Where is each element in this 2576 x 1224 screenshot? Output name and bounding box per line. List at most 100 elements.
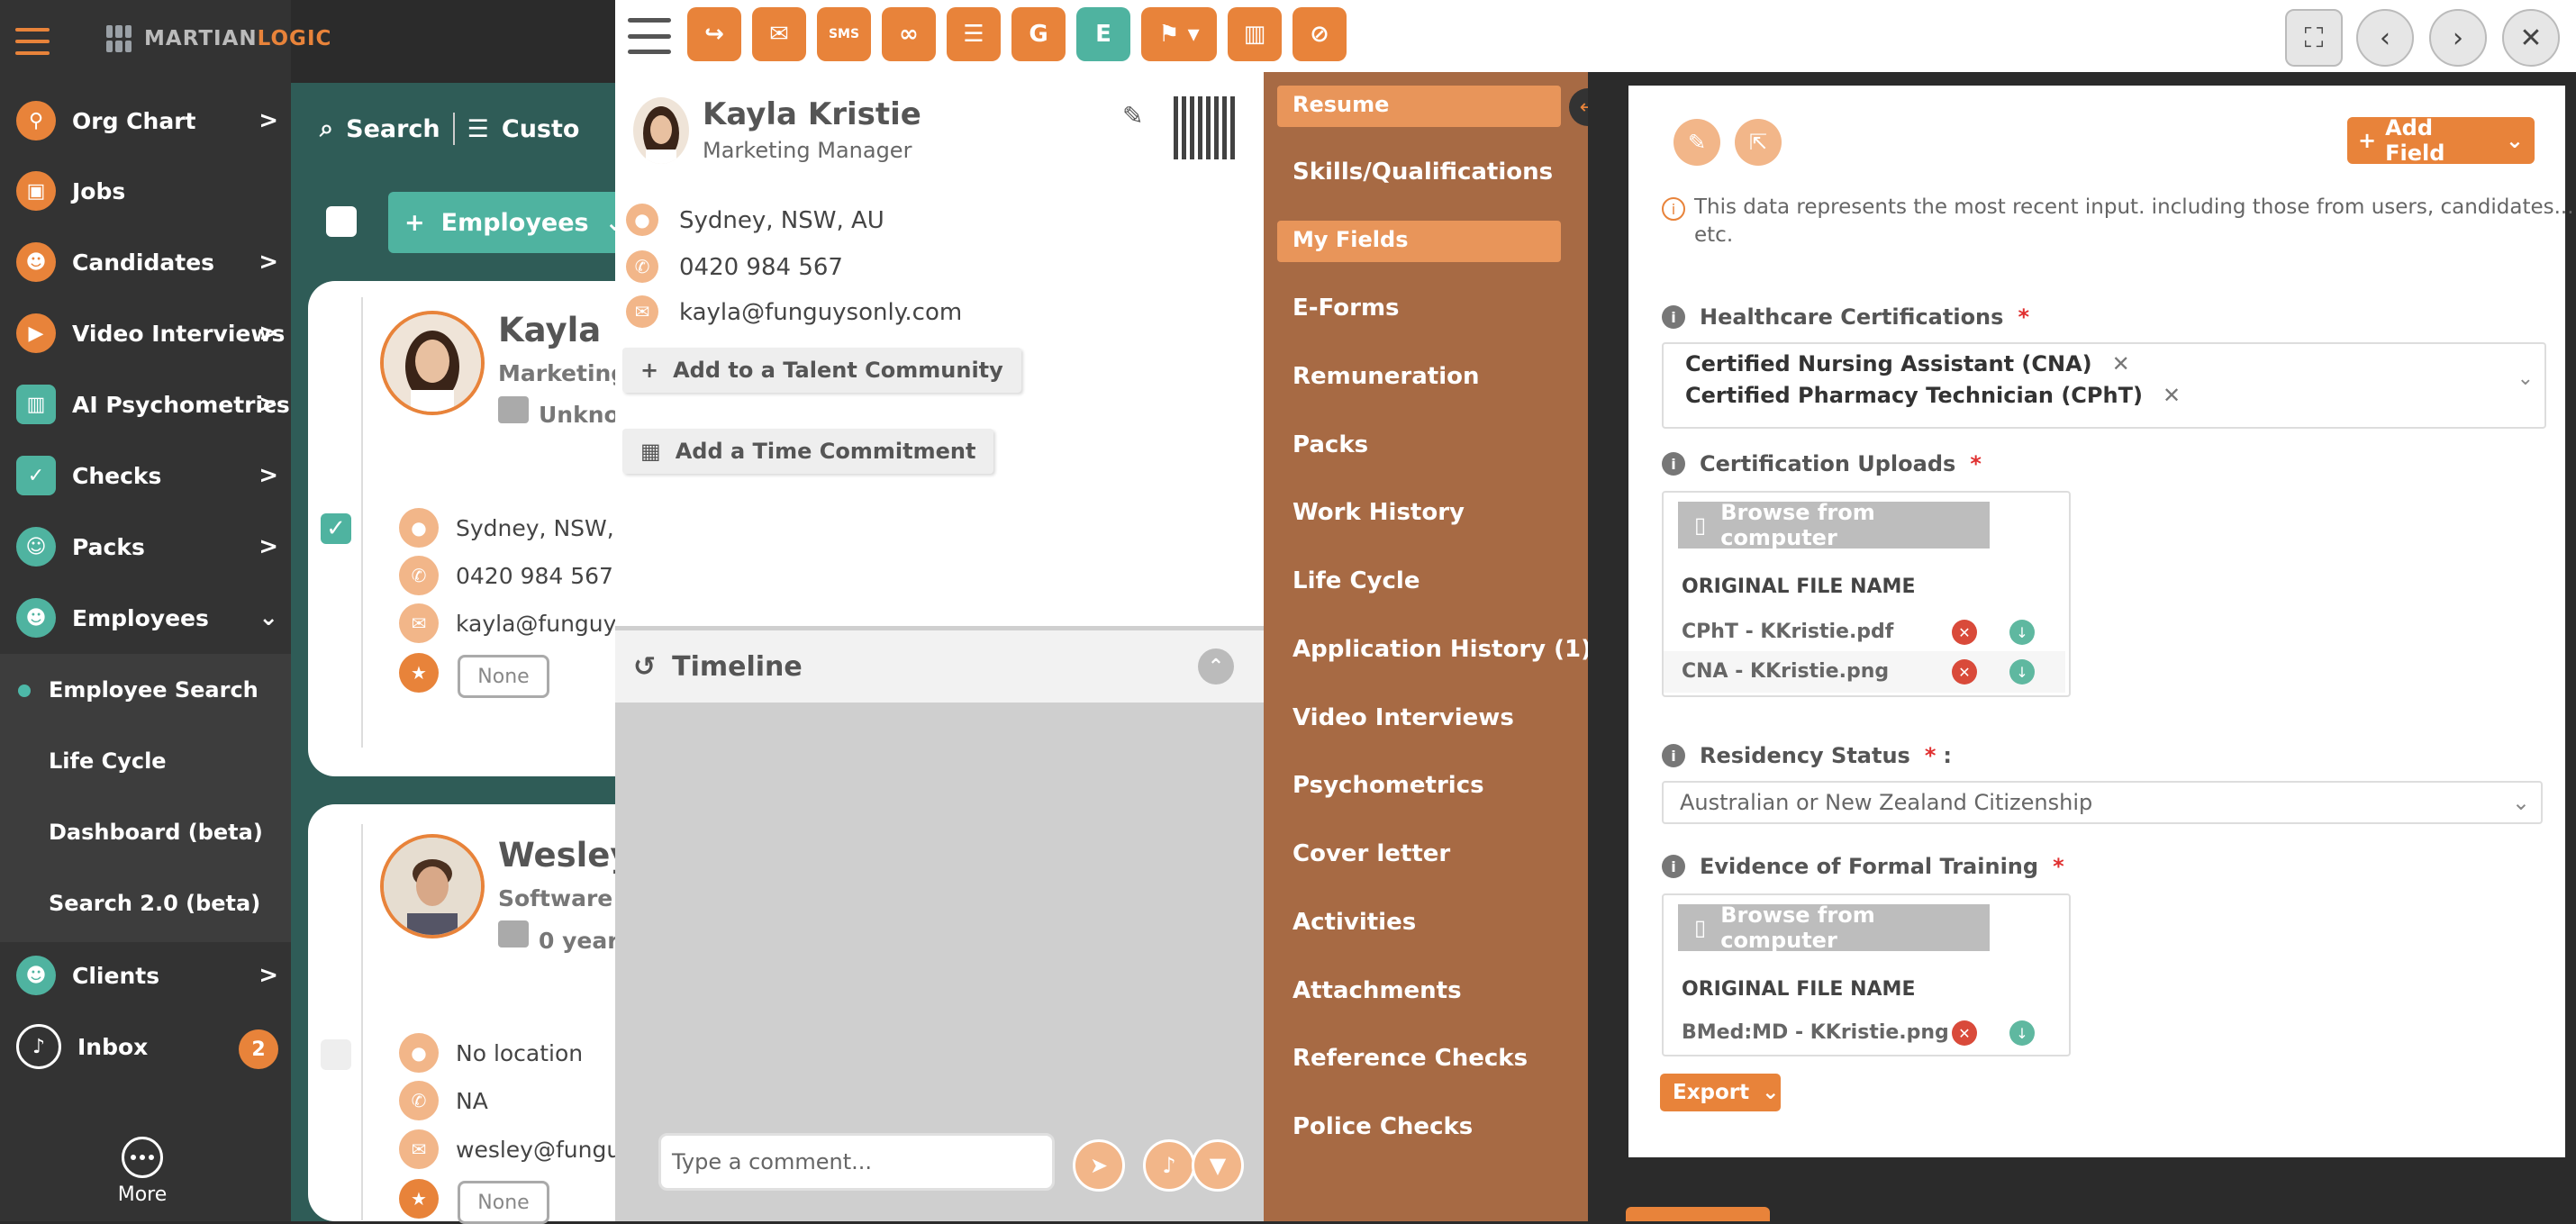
avatar[interactable]	[380, 311, 485, 415]
edit-icon[interactable]: ✎	[1673, 119, 1720, 166]
card-name[interactable]: Wesley	[498, 836, 632, 875]
add-time-commitment-button[interactable]: ▦ Add a Time Commitment	[622, 429, 994, 474]
card-checkbox-checked[interactable]: ✓	[321, 513, 351, 544]
section-work-history[interactable]: Work History	[1293, 499, 1465, 526]
healthcare-multiselect[interactable]: Certified Nursing Assistant (CNA) ✕ Certi…	[1662, 342, 2546, 429]
section-resume[interactable]: Resume	[1293, 92, 1389, 117]
send-icon[interactable]: ➤	[1073, 1139, 1125, 1192]
nav-checks[interactable]: ✓ Checks >	[0, 440, 291, 511]
file-name[interactable]: CNA - KKristie.png	[1682, 660, 1889, 683]
nav-packs[interactable]: ☺ Packs >	[0, 512, 291, 582]
tag-remove-icon[interactable]: ✕	[2163, 383, 2181, 408]
block-icon[interactable]: ⊘	[1293, 7, 1347, 61]
flag-dropdown-icon[interactable]: ⚑ ▾	[1141, 7, 1217, 61]
mail-icon[interactable]: ✉	[752, 7, 806, 61]
nav-employees[interactable]: ☻ Employees ⌄	[0, 583, 291, 653]
delete-icon[interactable]: ✕	[1952, 659, 1977, 685]
group-icon: ☻	[16, 956, 56, 995]
section-cover-letter[interactable]: Cover letter	[1293, 840, 1450, 867]
browse-button[interactable]: ▯ Browse from computer	[1678, 902, 1990, 953]
section-my-fields[interactable]: My Fields	[1293, 227, 1408, 252]
section-e-forms[interactable]: E-Forms	[1293, 295, 1400, 322]
section-police-checks[interactable]: Police Checks	[1293, 1113, 1473, 1140]
select-all-checkbox[interactable]	[326, 206, 357, 237]
person-icon: ☻	[16, 598, 56, 638]
fullscreen-icon[interactable]: ⛶	[2285, 9, 2343, 67]
section-attachments[interactable]: Attachments	[1293, 977, 1462, 1004]
delete-icon[interactable]: ✕	[1952, 1020, 1977, 1046]
search-icon[interactable]: ⌕	[320, 114, 333, 143]
filter-icon[interactable]: ▼	[1192, 1139, 1244, 1192]
edit-icon[interactable]: ✎	[1122, 101, 1143, 131]
section-application-history[interactable]: Application History (1)	[1293, 636, 1592, 663]
rating-pill[interactable]: None	[458, 1181, 549, 1224]
download-icon[interactable]: ↓	[2009, 620, 2035, 645]
employees-dropdown[interactable]: +Employees⌄	[388, 192, 631, 253]
tag-remove-icon[interactable]: ✕	[2112, 351, 2130, 376]
file-name[interactable]: CPhT - KKristie.pdf	[1682, 621, 1893, 643]
more-icon	[122, 1137, 163, 1178]
close-icon[interactable]: ✕	[2502, 9, 2560, 67]
profile-email[interactable]: kayla@funguysonly.com	[679, 299, 962, 326]
list-icon[interactable]: ☰	[947, 7, 1001, 61]
trash-icon[interactable]: ▥	[1228, 7, 1282, 61]
card-divider	[361, 297, 363, 748]
section-activities[interactable]: Activities	[1293, 909, 1416, 936]
section-skills[interactable]: Skills/Qualifications	[1293, 159, 1553, 186]
external-link-icon[interactable]: ⇱	[1735, 119, 1782, 166]
profile-panel: Kayla Kristie Marketing Manager ✎ ● Sydn…	[615, 72, 1264, 1221]
eform-icon[interactable]: E	[1076, 7, 1130, 61]
download-icon[interactable]: ↓	[2009, 1020, 2035, 1046]
nav-jobs[interactable]: ▣ Jobs	[0, 156, 291, 226]
residency-select[interactable]: Australian or New Zealand Citizenship ⌄	[1662, 781, 2543, 824]
chevron-down-icon[interactable]: ⌄	[2517, 367, 2534, 390]
rating-pill[interactable]: None	[458, 655, 549, 698]
card-email[interactable]: wesley@fungu	[456, 1137, 621, 1163]
link-icon[interactable]: ∞	[882, 7, 936, 61]
export-button[interactable]: Export ⌄	[1660, 1074, 1781, 1111]
add-field-button[interactable]: + Add Field ⌄	[2347, 115, 2535, 166]
more-button[interactable]: More	[106, 1137, 178, 1206]
card-email[interactable]: kayla@funguy	[456, 611, 616, 637]
section-life-cycle[interactable]: Life Cycle	[1293, 567, 1420, 594]
nav-org-chart[interactable]: ⚲ Org Chart >	[0, 86, 291, 156]
bottom-action-button[interactable]	[1626, 1207, 1770, 1221]
menu-icon[interactable]	[628, 18, 671, 54]
section-packs[interactable]: Packs	[1293, 431, 1368, 458]
qr-code-icon[interactable]	[1174, 96, 1237, 159]
timeline-header[interactable]: ↺ Timeline ⌃	[615, 630, 1264, 703]
nav-ai-psychometrics[interactable]: ▥ AI Psychometrics >	[0, 369, 291, 440]
google-icon[interactable]: G	[1011, 7, 1066, 61]
prev-icon[interactable]: ‹	[2356, 9, 2414, 67]
download-icon[interactable]: ↓	[2009, 659, 2035, 685]
sub-search-2[interactable]: Search 2.0 (beta)	[49, 891, 260, 916]
customize-icon[interactable]: ☰	[467, 115, 489, 143]
customize-label[interactable]: Custo	[502, 115, 580, 143]
microphone-icon[interactable]: ♪	[1143, 1139, 1195, 1192]
file-name[interactable]: BMed:MD - KKristie.png	[1682, 1021, 1949, 1044]
sms-icon[interactable]: SMS	[817, 7, 871, 61]
section-reference-checks[interactable]: Reference Checks	[1293, 1045, 1528, 1072]
certification-upload-box: ▯ Browse from computer ORIGINAL FILE NAME…	[1662, 491, 2071, 697]
comment-input[interactable]: Type a comment...	[658, 1133, 1055, 1191]
forward-icon[interactable]: ↪	[687, 7, 741, 61]
card-checkbox[interactable]	[321, 1039, 351, 1070]
next-icon[interactable]: ›	[2429, 9, 2487, 67]
chevron-up-icon[interactable]: ⌃	[1198, 648, 1234, 685]
sub-life-cycle[interactable]: Life Cycle	[49, 748, 167, 774]
avatar[interactable]	[380, 834, 485, 938]
search-label[interactable]: Search	[346, 115, 440, 143]
nav-video-interviews[interactable]: ▶ Video Interviews >	[0, 298, 291, 368]
nav-candidates[interactable]: ☻ Candidates >	[0, 227, 291, 297]
sub-dashboard[interactable]: Dashboard (beta)	[49, 820, 263, 845]
plus-icon: +	[2358, 128, 2377, 153]
sub-employee-search[interactable]: Employee Search	[49, 677, 259, 703]
section-psychometrics[interactable]: Psychometrics	[1293, 772, 1484, 799]
section-remuneration[interactable]: Remuneration	[1293, 363, 1479, 390]
menu-icon[interactable]	[15, 28, 50, 55]
nav-clients[interactable]: ☻ Clients >	[0, 940, 291, 1011]
browse-button[interactable]: ▯ Browse from computer	[1678, 500, 1990, 550]
add-talent-community-button[interactable]: + Add to a Talent Community	[622, 348, 1021, 393]
section-video-interviews[interactable]: Video Interviews	[1293, 704, 1514, 731]
delete-icon[interactable]: ✕	[1952, 620, 1977, 645]
